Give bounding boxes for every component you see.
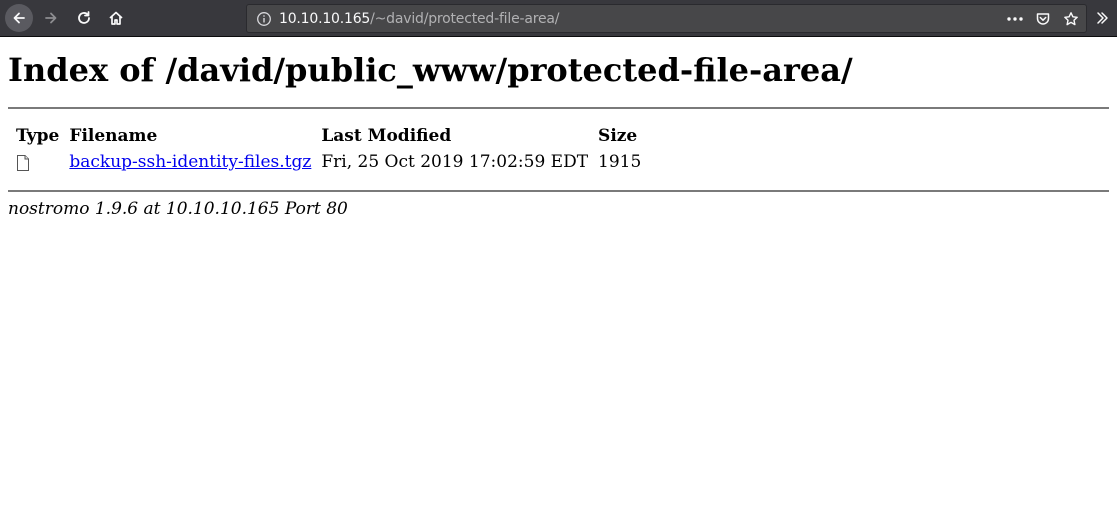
column-header-type: Type — [16, 126, 60, 146]
reload-icon — [78, 11, 90, 24]
server-signature: nostromo 1.9.6 at 10.10.10.165 Port 80 — [8, 199, 348, 219]
reload-button[interactable] — [70, 4, 98, 32]
info-icon[interactable] — [255, 10, 273, 28]
forward-arrow-icon — [45, 12, 57, 24]
column-header-last-modified: Last Modified — [321, 126, 452, 146]
file-size-cell: 1915 — [598, 152, 642, 172]
star-icon[interactable] — [1062, 10, 1080, 28]
back-button[interactable] — [5, 4, 33, 32]
home-button[interactable] — [102, 4, 130, 32]
url-path: /~david/protected-file-area/ — [370, 10, 560, 27]
more-actions-icon[interactable] — [1006, 10, 1024, 28]
forward-button[interactable] — [37, 4, 65, 32]
column-header-size: Size — [598, 126, 638, 146]
back-arrow-icon — [13, 12, 25, 24]
address-bar[interactable]: 10.10.10.165/~david/protected-file-area/ — [246, 4, 1087, 33]
file-last-modified-cell: Fri, 25 Oct 2019 17:02:59 EDT — [321, 152, 589, 172]
page-content: Index of /david/public_www/protected-fil… — [0, 51, 1117, 219]
file-listing-table: Type Filename Last Modified Size backup-… — [8, 123, 649, 177]
home-icon — [109, 11, 123, 25]
table-row: backup-ssh-identity-files.tgz Fri, 25 Oc… — [14, 149, 643, 175]
file-link[interactable]: backup-ssh-identity-files.tgz — [69, 152, 311, 172]
page-title: Index of /david/public_www/protected-fil… — [8, 51, 853, 89]
file-name-cell: backup-ssh-identity-files.tgz — [67, 149, 313, 175]
divider-bottom — [8, 190, 1109, 192]
column-header-filename: Filename — [69, 126, 158, 146]
url-host: 10.10.10.165 — [279, 10, 371, 27]
table-header-row: Type Filename Last Modified Size — [14, 125, 643, 147]
file-icon — [17, 154, 29, 171]
browser-toolbar: 10.10.10.165/~david/protected-file-area/ — [0, 0, 1117, 37]
file-type-cell — [14, 149, 61, 175]
divider-top — [8, 107, 1109, 109]
url-actions — [1006, 5, 1080, 32]
pocket-icon[interactable] — [1034, 10, 1052, 28]
url-text[interactable]: 10.10.10.165/~david/protected-file-area/ — [279, 11, 559, 27]
overflow-chevron-icon[interactable] — [1095, 9, 1109, 31]
